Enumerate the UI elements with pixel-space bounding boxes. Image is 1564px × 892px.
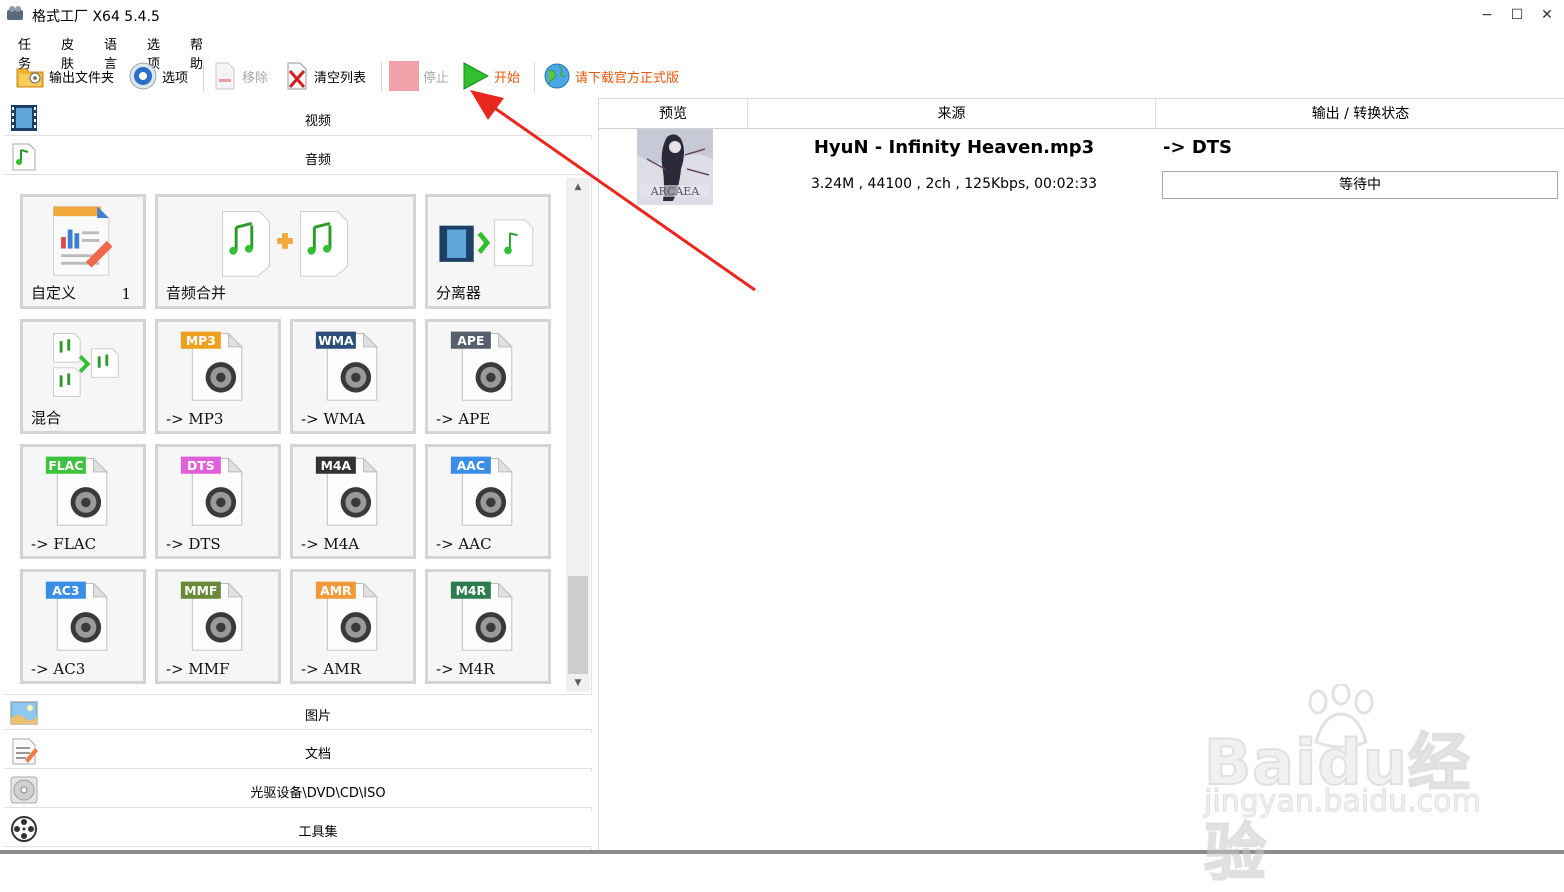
column-header-source[interactable]: 来源 [748, 99, 1156, 129]
custom-document-icon [53, 206, 113, 276]
mix-tile[interactable]: 混合 [20, 319, 146, 434]
format-badge-text: M4A [321, 459, 352, 473]
wma-file-icon: WMA [315, 331, 378, 401]
format-badge-text: APE [457, 334, 484, 348]
options-gear-icon [129, 62, 157, 90]
format-tile-dts[interactable]: DTS -> DTS [155, 444, 281, 559]
stop-icon [389, 61, 419, 91]
format-tile-mp3[interactable]: MP3 -> MP3 [155, 319, 281, 434]
category-tools[interactable]: 工具集 [4, 811, 592, 847]
column-header-output[interactable]: 输出 / 转换状态 [1156, 99, 1564, 129]
source-file-info: 3.24M , 44100 , 2ch , 125Kbps, 00:02:33 [810, 176, 1098, 192]
disc-drive-icon [10, 776, 38, 804]
title-bar: 格式工厂 X64 5.4.5 − ☐ ✕ [0, 0, 1564, 30]
m4r-file-icon: M4R [450, 581, 513, 651]
music-note-icon [12, 143, 36, 171]
clear-list-icon [287, 62, 307, 90]
format-badge-text: AC3 [52, 584, 79, 598]
close-button[interactable]: ✕ [1532, 4, 1562, 26]
format-badge-text: WMA [318, 334, 354, 348]
conversion-status: 等待中 [1162, 171, 1558, 199]
app-icon [7, 6, 23, 20]
mp3-file-icon: MP3 [180, 331, 243, 401]
scrollbar-thumb[interactable] [568, 576, 588, 674]
format-badge-text: FLAC [48, 459, 83, 473]
format-badge-text: AMR [320, 584, 352, 598]
format-tile-mmf[interactable]: MMF -> MMF [155, 569, 281, 684]
remove-icon [215, 62, 235, 90]
category-document[interactable]: 文档 [4, 733, 592, 769]
annotation-arrow-icon [470, 90, 756, 292]
format-badge-text: MP3 [186, 334, 216, 348]
toolbar-separator [381, 62, 382, 92]
window-title: 格式工厂 X64 5.4.5 [32, 9, 160, 25]
film-icon [11, 105, 37, 131]
document-icon [12, 738, 38, 765]
ac3-file-icon: AC3 [45, 581, 108, 651]
baidu-watermark: Baidu经验 jingyan.baidu.com [1196, 684, 1496, 890]
clear-list-button[interactable]: 清空列表 [284, 60, 366, 92]
format-tile-aac[interactable]: AAC -> AAC [425, 444, 551, 559]
flac-file-icon: FLAC [45, 456, 108, 526]
format-tile-m4a[interactable]: M4A -> M4A [290, 444, 416, 559]
stop-button[interactable]: 停止 [389, 60, 449, 92]
format-badge-text: MMF [184, 584, 217, 598]
dts-file-icon: DTS [180, 456, 243, 526]
category-picture[interactable]: 图片 [4, 694, 592, 730]
category-disc[interactable]: 光驱设备\DVD\CD\ISO [4, 772, 592, 808]
amr-file-icon: AMR [315, 581, 378, 651]
custom-tile[interactable]: 自定义 1 [20, 194, 146, 309]
m4a-file-icon: M4A [315, 456, 378, 526]
options-button[interactable]: 选项 [128, 60, 188, 92]
format-tile-flac[interactable]: FLAC -> FLAC [20, 444, 146, 559]
audio-mix-icon [53, 333, 119, 397]
scroll-down-arrow-icon[interactable]: ▼ [566, 674, 590, 692]
output-format: -> DTS [1163, 137, 1233, 158]
aac-file-icon: AAC [450, 456, 513, 526]
format-badge-text: M4R [456, 584, 487, 598]
toolbar-separator [203, 62, 204, 92]
folder-icon [16, 68, 44, 88]
picture-icon [10, 701, 38, 725]
output-folder-button[interactable]: 输出文件夹 [15, 60, 114, 92]
format-tile-amr[interactable]: AMR -> AMR [290, 569, 416, 684]
ape-file-icon: APE [450, 331, 513, 401]
format-badge-text: AAC [457, 459, 485, 473]
format-badge-text: DTS [187, 459, 215, 473]
format-tile-m4r[interactable]: M4R -> M4R [425, 569, 551, 684]
source-file-name: HyuN - Infinity Heaven.mp3 [813, 137, 1095, 158]
maximize-button[interactable]: ☐ [1502, 4, 1532, 26]
film-reel-icon [11, 816, 37, 842]
toolbar: 输出文件夹 选项 移除 清空列表 停止 开始 请下载官方正式版 [0, 56, 1564, 96]
minimize-button[interactable]: − [1472, 4, 1502, 26]
remove-button[interactable]: 移除 [212, 60, 268, 92]
mmf-file-icon: MMF [180, 581, 243, 651]
format-tile-ac3[interactable]: AC3 -> AC3 [20, 569, 146, 684]
format-tile-ape[interactable]: APE -> APE [425, 319, 551, 434]
audio-merge-tile[interactable]: 音频合并 [155, 194, 416, 309]
audio-merge-icon [221, 211, 349, 277]
format-tile-wma[interactable]: WMA -> WMA [290, 319, 416, 434]
